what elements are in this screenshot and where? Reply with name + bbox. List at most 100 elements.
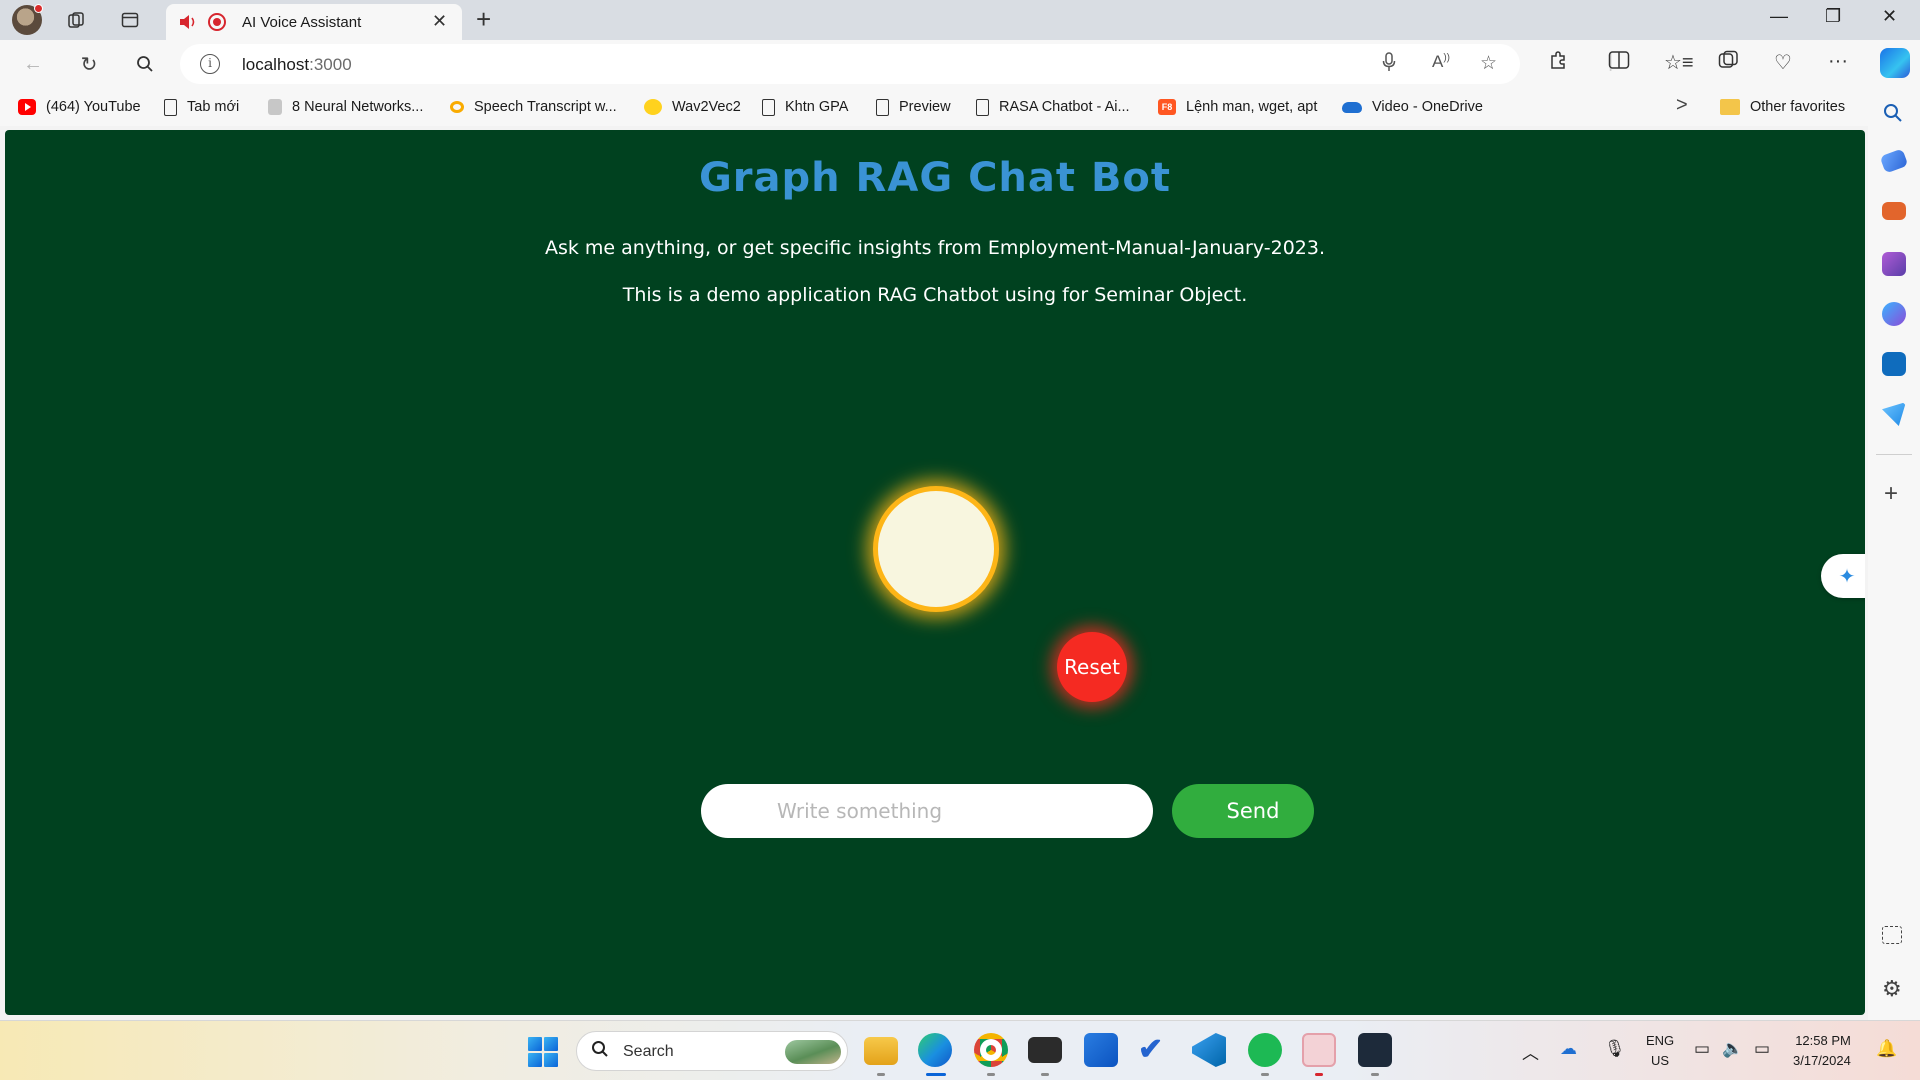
add-sidebar-app-icon[interactable]: + bbox=[1884, 480, 1898, 508]
vertical-tabs-icon[interactable] bbox=[114, 6, 146, 34]
document-icon bbox=[762, 98, 775, 116]
favorite-khtn-gpa[interactable]: Khtn GPA bbox=[762, 97, 848, 117]
favorite-rasa-chatbot[interactable]: RASA Chatbot - Ai... bbox=[976, 97, 1130, 117]
file-explorer-icon[interactable] bbox=[864, 1037, 898, 1065]
maximize-button[interactable]: ❐ bbox=[1825, 6, 1841, 27]
extensions-icon[interactable] bbox=[1548, 50, 1568, 76]
microsoft-store-icon[interactable] bbox=[1084, 1033, 1118, 1067]
spotify-icon[interactable] bbox=[1248, 1033, 1282, 1067]
tab-title: AI Voice Assistant bbox=[242, 14, 362, 31]
onedrive-tray-icon[interactable]: ☁ bbox=[1560, 1039, 1577, 1059]
collections-icon[interactable] bbox=[1718, 50, 1740, 76]
audio-playing-icon[interactable] bbox=[178, 13, 198, 31]
favorite-speech-transcript[interactable]: Speech Transcript w... bbox=[450, 97, 617, 117]
address-bar[interactable]: i localhost:3000 A)) ☆ bbox=[180, 44, 1520, 84]
page-title: Graph RAG Chat Bot bbox=[698, 155, 1172, 201]
tab-close-icon[interactable]: ✕ bbox=[432, 11, 447, 32]
new-tab-button[interactable]: + bbox=[476, 4, 491, 35]
vscode-icon[interactable] bbox=[1192, 1033, 1226, 1067]
recording-icon bbox=[208, 13, 226, 31]
notifications-bell-icon[interactable]: 🔔 bbox=[1876, 1039, 1897, 1059]
input-language-indicator[interactable]: ENG US bbox=[1646, 1031, 1674, 1071]
windows-start-icon[interactable] bbox=[528, 1037, 558, 1067]
microphone-icon[interactable] bbox=[1382, 52, 1396, 78]
f8-icon: F8 bbox=[1158, 99, 1176, 115]
message-input[interactable] bbox=[701, 784, 1153, 838]
todo-check-icon[interactable]: ✔ bbox=[1138, 1033, 1172, 1067]
volume-icon[interactable]: 🔈 bbox=[1722, 1039, 1743, 1059]
favorite-preview[interactable]: Preview bbox=[876, 97, 951, 117]
tools-briefcase-icon[interactable] bbox=[1882, 202, 1906, 220]
terminal-icon[interactable] bbox=[1028, 1037, 1062, 1063]
send-button[interactable]: Send bbox=[1172, 784, 1314, 838]
site-info-icon[interactable]: i bbox=[200, 54, 220, 74]
search-icon bbox=[591, 1040, 609, 1064]
favorite-video-onedrive[interactable]: Video - OneDrive bbox=[1342, 97, 1483, 117]
page-description: This is a demo application RAG Chatbot u… bbox=[622, 284, 1248, 306]
other-favorites-folder[interactable]: Other favorites bbox=[1720, 97, 1845, 117]
voice-record-orb-button[interactable] bbox=[873, 486, 999, 612]
app-active-indicator bbox=[926, 1073, 946, 1076]
app-running-indicator bbox=[1315, 1073, 1323, 1076]
search-highlight-image bbox=[785, 1040, 841, 1064]
favorite-wav2vec2[interactable]: Wav2Vec2 bbox=[644, 97, 741, 117]
app-running-indicator bbox=[1041, 1073, 1049, 1076]
address-url[interactable]: localhost:3000 bbox=[242, 55, 352, 75]
page-subtitle: Ask me anything, or get specific insight… bbox=[544, 237, 1325, 259]
edge-icon[interactable] bbox=[918, 1033, 952, 1067]
browser-essentials-icon[interactable]: ♡ bbox=[1774, 50, 1792, 75]
microphone-tray-icon[interactable]: 🎙 bbox=[1604, 1039, 1626, 1059]
windows-taskbar: Search ✔ ︿ ☁ 🎙 ENG US ▭ 🔈 ▭ 12:58 PM 3/1… bbox=[0, 1020, 1920, 1080]
huggingface-icon bbox=[644, 99, 662, 115]
workspaces-icon[interactable] bbox=[60, 6, 92, 34]
favorite-lenh-man[interactable]: F8 Lệnh man, wget, apt bbox=[1158, 97, 1317, 117]
favorite-neural-networks[interactable]: 8 Neural Networks... bbox=[268, 97, 423, 117]
battery-icon[interactable]: ▭ bbox=[1754, 1039, 1770, 1059]
app-running-indicator bbox=[877, 1073, 885, 1076]
app-running-indicator bbox=[987, 1073, 995, 1076]
search-icon[interactable] bbox=[130, 50, 160, 78]
edge-sidebar: + ⚙ bbox=[1868, 88, 1920, 1020]
split-screen-icon[interactable] bbox=[1608, 50, 1630, 76]
youtube-icon bbox=[18, 99, 36, 115]
screenshot-icon[interactable] bbox=[1882, 926, 1902, 944]
sidebar-search-icon[interactable] bbox=[1882, 102, 1906, 126]
send-plane-icon[interactable] bbox=[1882, 402, 1906, 426]
copilot-sparkle-icon[interactable]: ✦ bbox=[1821, 554, 1865, 598]
app-running-indicator bbox=[1261, 1073, 1269, 1076]
microsoft-365-icon[interactable] bbox=[1882, 302, 1906, 326]
close-window-button[interactable]: ✕ bbox=[1882, 6, 1897, 27]
reset-button[interactable]: Reset bbox=[1057, 632, 1127, 702]
clock[interactable]: 12:58 PM 3/17/2024 bbox=[1793, 1031, 1851, 1071]
minimize-button[interactable]: — bbox=[1770, 6, 1788, 27]
taskbar-search-label: Search bbox=[623, 1043, 674, 1060]
document-icon bbox=[976, 98, 989, 116]
snipping-tool-icon[interactable] bbox=[1302, 1033, 1336, 1067]
pen-app-icon[interactable] bbox=[1358, 1033, 1392, 1067]
copilot-icon[interactable] bbox=[1880, 48, 1910, 78]
favorites-overflow-chevron-icon[interactable]: > bbox=[1676, 94, 1688, 117]
show-hidden-icons-chevron-icon[interactable]: ︿ bbox=[1522, 1039, 1539, 1064]
network-icon[interactable]: ▭ bbox=[1694, 1039, 1710, 1059]
favorites-bar: (464) YouTube Tab mới 8 Neural Networks.… bbox=[0, 88, 1880, 126]
shopping-tag-icon[interactable] bbox=[1879, 148, 1909, 174]
games-icon[interactable] bbox=[1882, 252, 1906, 276]
read-aloud-icon[interactable]: A)) bbox=[1432, 52, 1450, 72]
sidebar-settings-gear-icon[interactable]: ⚙ bbox=[1882, 976, 1906, 1001]
back-icon[interactable]: ← bbox=[18, 50, 48, 78]
browser-toolbar: ← ↻ i localhost:3000 A)) ☆ | ☆≡ ♡ ··· bbox=[0, 40, 1920, 88]
app-running-indicator bbox=[1371, 1073, 1379, 1076]
tab-ai-voice-assistant[interactable]: AI Voice Assistant ✕ bbox=[166, 4, 462, 40]
favorite-tab-moi[interactable]: Tab mới bbox=[164, 97, 239, 117]
chrome-icon[interactable] bbox=[974, 1033, 1008, 1067]
more-options-icon[interactable]: ··· bbox=[1828, 50, 1848, 73]
document-icon bbox=[876, 98, 889, 116]
web-page: Graph RAG Chat Bot Ask me anything, or g… bbox=[5, 130, 1865, 1015]
favorite-youtube[interactable]: (464) YouTube bbox=[18, 97, 141, 117]
taskbar-search-box[interactable]: Search bbox=[576, 1031, 848, 1071]
outlook-icon[interactable] bbox=[1882, 352, 1906, 376]
favorites-icon[interactable]: ☆≡ bbox=[1664, 50, 1694, 75]
sidebar-divider bbox=[1876, 454, 1912, 455]
favorite-star-icon[interactable]: ☆ bbox=[1480, 52, 1497, 75]
refresh-icon[interactable]: ↻ bbox=[74, 50, 104, 78]
